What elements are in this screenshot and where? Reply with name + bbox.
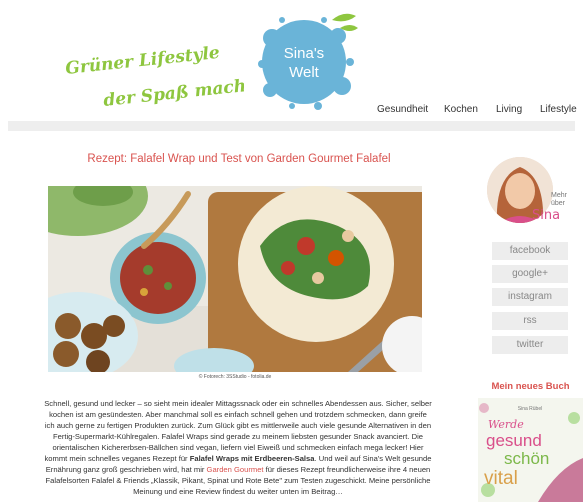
main-nav: Gesundheit Kochen Living Lifestyle	[372, 104, 583, 120]
book-title-4: vital	[484, 468, 518, 489]
slogan-line2: der Spaß macht!	[102, 75, 244, 111]
post-title[interactable]: Rezept: Falafel Wrap und Test von Garden…	[44, 153, 434, 165]
site-logo[interactable]: Sina's Welt	[252, 8, 362, 112]
logo-line1: Sina's	[284, 45, 324, 62]
logo-line2: Welt	[289, 64, 320, 81]
book-title-2: gesund	[486, 431, 542, 450]
mehr-ueber-label[interactable]: Mehr über	[551, 192, 567, 208]
post-body: Schnell, gesund und lecker – so sieht me…	[44, 398, 432, 497]
image-caption: © Fotorech: 3SStudio - fotolia.de	[198, 374, 272, 380]
book-author: Sina Rübel	[518, 406, 542, 412]
nav-item-lifestyle[interactable]: Lifestyle	[540, 104, 577, 115]
mehr-line1: Mehr	[551, 192, 567, 199]
garden-gourmet-link[interactable]: Garden Gourmet	[207, 465, 264, 474]
social-rss-button[interactable]: rss	[492, 312, 568, 330]
header-divider	[8, 121, 575, 131]
body-bold: Falafel Wraps mit Erdbeeren-Salsa	[189, 454, 315, 463]
social-twitter-button[interactable]: twitter	[492, 336, 568, 354]
social-facebook-button[interactable]: facebook	[492, 242, 568, 260]
nav-item-living[interactable]: Living	[496, 104, 522, 115]
hero-image[interactable]	[48, 186, 422, 372]
social-instagram-button[interactable]: instagram	[492, 288, 568, 306]
book-heading: Mein neues Buch	[491, 381, 570, 392]
site-header: Grüner Lifestyle der Spaß macht! Sina's …	[0, 0, 583, 125]
mehr-line2: über	[551, 200, 566, 207]
nav-item-kochen[interactable]: Kochen	[444, 104, 478, 115]
book-title-3: schön	[504, 449, 549, 468]
book-title-1: Werde	[488, 418, 524, 431]
sina-label[interactable]: Sina	[532, 208, 560, 223]
book-cover[interactable]: Sina Rübel Werde gesund schön vital	[478, 398, 583, 502]
slogan-line1: Grüner Lifestyle	[64, 46, 220, 79]
slogan: Grüner Lifestyle der Spaß macht!	[64, 43, 262, 116]
nav-item-gesundheit[interactable]: Gesundheit	[377, 104, 428, 115]
social-googleplus-button[interactable]: google+	[492, 265, 568, 283]
